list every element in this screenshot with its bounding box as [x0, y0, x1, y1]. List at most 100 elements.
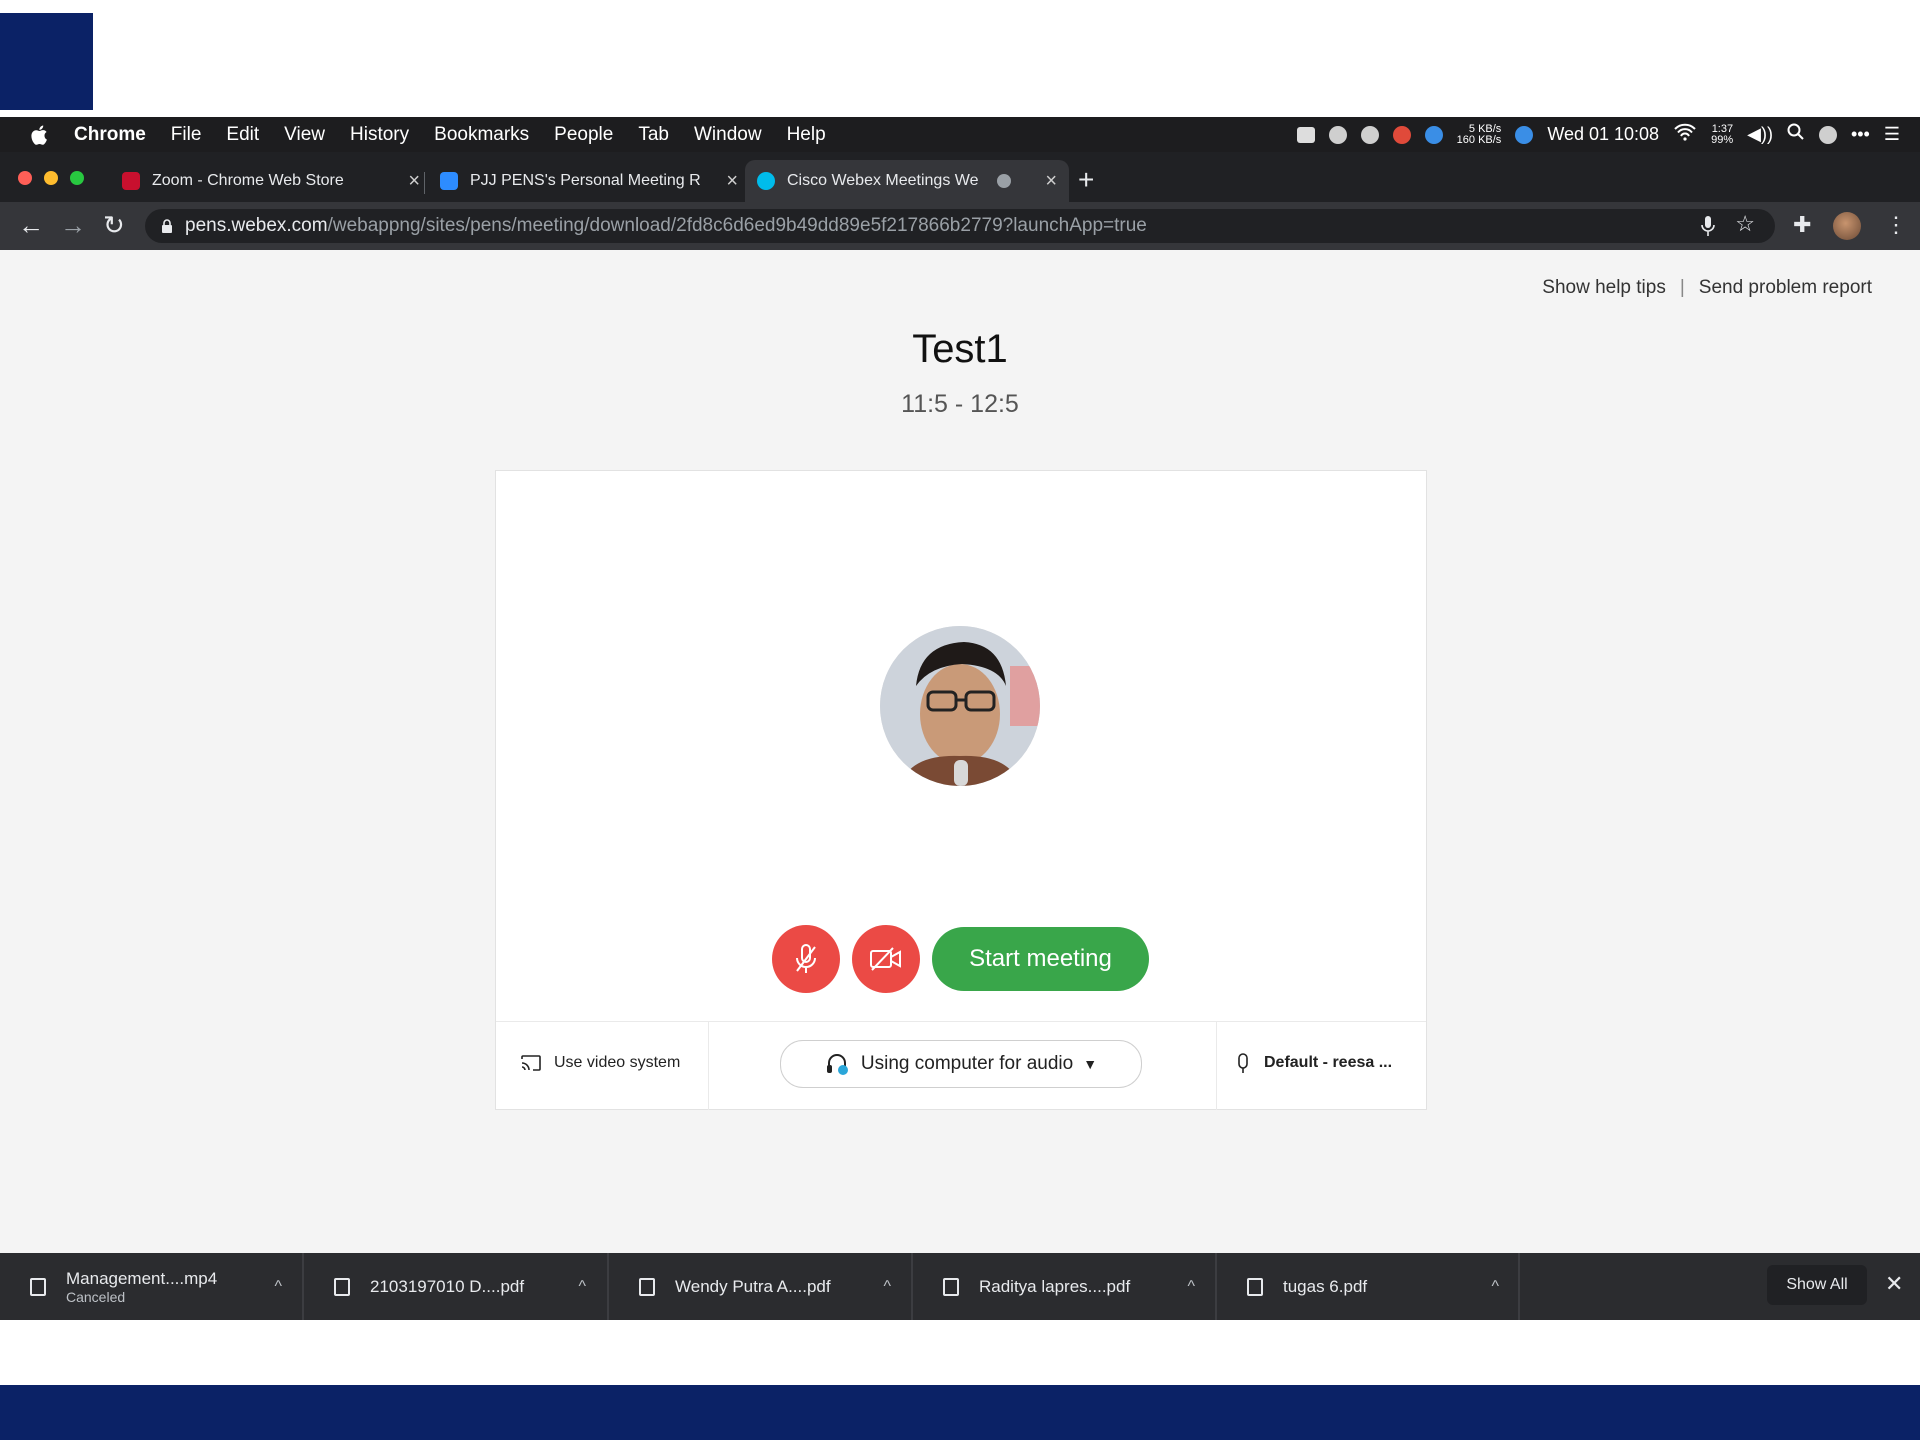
tab-pjj-pens-meeting[interactable]: PJJ PENS's Personal Meeting R × — [428, 160, 750, 202]
use-video-system-label: Use video system — [554, 1054, 681, 1071]
microphone-icon[interactable] — [1701, 215, 1715, 242]
chevron-up-icon[interactable]: ^ — [578, 1278, 586, 1296]
microphone-device-selector[interactable]: Default - reesa ... — [1236, 1052, 1392, 1074]
webex-page: Show help tips | Send problem report Tes… — [0, 250, 1920, 1253]
download-name: 2103197010 D....pdf — [370, 1276, 525, 1296]
menu-window[interactable]: Window — [694, 124, 762, 146]
url-host: pens.webex.com — [185, 215, 328, 236]
clock[interactable]: Wed 01 10:08 — [1547, 124, 1659, 145]
chrome-toolbar: ← → ↻ pens.webex.com/webappng/sites/pens… — [0, 202, 1920, 250]
back-arrow-icon[interactable]: ← — [18, 210, 44, 241]
mute-microphone-button[interactable] — [772, 925, 840, 993]
volume-icon[interactable]: ◀)) — [1747, 124, 1773, 145]
use-video-system-option[interactable]: Use video system — [520, 1054, 680, 1072]
send-problem-report-link[interactable]: Send problem report — [1699, 277, 1872, 299]
close-tab-icon[interactable]: × — [726, 170, 738, 193]
link-separator: | — [1679, 277, 1685, 298]
show-all-downloads-button[interactable]: Show All — [1767, 1265, 1867, 1305]
help-links: Show help tips | Send problem report — [1542, 277, 1872, 299]
zoom-window-button[interactable] — [70, 171, 84, 185]
apple-icon[interactable] — [28, 123, 52, 147]
status-area: 5 KB/s 160 KB/s Wed 01 10:08 1:37 99% ◀)) … — [1296, 117, 1900, 152]
cast-screen-icon — [521, 1055, 541, 1071]
cloud-tray-icon[interactable] — [1360, 125, 1379, 144]
download-name: Management....mp4 — [66, 1268, 218, 1288]
lock-icon[interactable] — [161, 219, 173, 233]
flag-tray-icon[interactable] — [1392, 125, 1411, 144]
download-item[interactable]: Management....mp4 Canceled ^ — [0, 1253, 300, 1320]
new-tab-button[interactable]: + — [1078, 164, 1094, 196]
menu-bookmarks[interactable]: Bookmarks — [434, 124, 529, 146]
menu-file[interactable]: File — [171, 124, 202, 146]
tab-zoom-web-store[interactable]: Zoom - Chrome Web Store × — [110, 160, 432, 202]
reload-icon[interactable]: ↻ — [103, 210, 125, 241]
forward-arrow-icon[interactable]: → — [60, 210, 86, 241]
pdf-file-icon — [943, 1277, 959, 1296]
dropbox-tray-icon[interactable] — [1515, 125, 1534, 144]
tab-title: PJJ PENS's Personal Meeting R — [470, 172, 701, 189]
microphone-muted-icon — [796, 944, 816, 973]
pdf-file-icon — [1247, 1277, 1263, 1296]
tab-cisco-webex[interactable]: Cisco Webex Meetings We × — [745, 160, 1069, 202]
network-speed: 5 KB/s 160 KB/s — [1456, 123, 1502, 146]
audio-connection-dropdown[interactable]: Using computer for audio ▼ — [780, 1040, 1142, 1088]
close-tab-icon[interactable]: × — [408, 170, 420, 193]
tab-separator — [424, 172, 425, 194]
chrome-store-favicon-icon — [122, 172, 140, 190]
siri-icon[interactable] — [1818, 125, 1837, 144]
pdf-file-icon — [639, 1277, 655, 1296]
menu-edit[interactable]: Edit — [226, 124, 259, 146]
menu-people[interactable]: People — [554, 124, 613, 146]
video-off-icon — [870, 947, 901, 971]
net-down: 160 KB/s — [1456, 133, 1502, 146]
download-item[interactable]: tugas 6.pdf ^ — [1217, 1253, 1517, 1320]
meeting-title: Test1 — [912, 327, 1008, 371]
menu-tab[interactable]: Tab — [638, 124, 669, 146]
download-item[interactable]: 2103197010 D....pdf ^ — [304, 1253, 604, 1320]
close-shelf-icon[interactable]: ✕ — [1885, 1271, 1903, 1297]
menu-help[interactable]: Help — [787, 124, 826, 146]
webex-favicon-icon — [757, 172, 775, 190]
battery-readout: 1:37 99% — [1711, 123, 1733, 146]
chrome-menu-icon[interactable]: ⋮ — [1885, 212, 1907, 238]
download-item[interactable]: Wendy Putra A....pdf ^ — [609, 1253, 909, 1320]
options-divider — [708, 1022, 709, 1110]
menu-history[interactable]: History — [350, 124, 409, 146]
wifi-icon[interactable] — [1673, 123, 1697, 146]
start-meeting-button[interactable]: Start meeting — [932, 927, 1149, 991]
chevron-up-icon[interactable]: ^ — [1491, 1278, 1499, 1296]
menu-view[interactable]: View — [284, 124, 325, 146]
show-help-tips-link[interactable]: Show help tips — [1542, 277, 1666, 299]
minimize-window-button[interactable] — [44, 171, 58, 185]
chevron-up-icon[interactable]: ^ — [883, 1278, 891, 1296]
headphones-tray-icon[interactable] — [1328, 125, 1347, 144]
spotlight-search-icon[interactable] — [1787, 123, 1805, 146]
menu-app-chrome[interactable]: Chrome — [74, 124, 146, 146]
more-icon[interactable]: ••• — [1851, 124, 1870, 145]
stop-video-button[interactable] — [852, 925, 920, 993]
pie-tray-icon[interactable] — [1424, 125, 1443, 144]
audio-playing-icon — [997, 174, 1011, 188]
download-item[interactable]: Raditya lapres....pdf ^ — [913, 1253, 1213, 1320]
zoom-tray-icon[interactable] — [1296, 126, 1315, 143]
bookmark-star-icon[interactable]: ☆ — [1735, 211, 1755, 237]
notification-center-icon[interactable]: ☰ — [1884, 124, 1900, 145]
audio-option-label: Using computer for audio — [860, 1053, 1074, 1074]
profile-avatar[interactable] — [1833, 212, 1861, 240]
tab-title: Cisco Webex Meetings We — [787, 172, 979, 189]
card-options-bar: Use video system Using computer for audi… — [496, 1021, 1426, 1110]
chevron-up-icon[interactable]: ^ — [274, 1278, 282, 1296]
microphone-device-label: Default - reesa ... — [1264, 1054, 1393, 1071]
extensions-puzzle-icon[interactable]: ✚ — [1793, 212, 1811, 238]
options-divider — [1216, 1022, 1217, 1110]
close-tab-icon[interactable]: × — [1045, 170, 1057, 193]
chevron-up-icon[interactable]: ^ — [1187, 1278, 1195, 1296]
meeting-preview-card: Start meeting Use video system Using com… — [495, 470, 1427, 1110]
download-status: Canceled — [66, 1288, 126, 1305]
host-avatar — [880, 626, 1040, 786]
download-name: Raditya lapres....pdf — [979, 1276, 1131, 1296]
tab-title: Zoom - Chrome Web Store — [152, 172, 344, 189]
address-bar[interactable]: pens.webex.com/webappng/sites/pens/meeti… — [145, 209, 1775, 243]
meeting-time: 11:5 - 12:5 — [901, 390, 1019, 418]
close-window-button[interactable] — [18, 171, 32, 185]
